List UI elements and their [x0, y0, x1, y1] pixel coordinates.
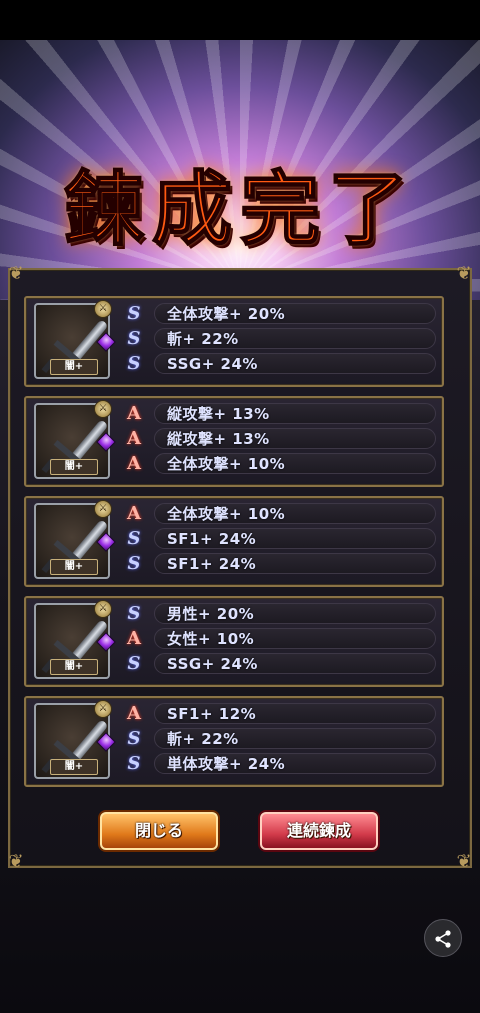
corner-ornament-icon: ❦ — [456, 851, 472, 872]
repeat-refine-button[interactable]: 連続鍊成 — [260, 812, 378, 850]
stat-row: SSG+ 24% — [154, 653, 436, 674]
grade-s-icon: S — [127, 553, 141, 574]
stat-text: 単体攻撃+ 24% — [167, 755, 286, 773]
grade-a-icon: A — [127, 453, 141, 474]
grade-s-icon: S — [127, 303, 141, 324]
stat-text: 全体攻撃+ 20% — [167, 305, 286, 323]
stat-row: SSG+ 24% — [154, 353, 436, 374]
stat-text: 女性+ 10% — [167, 630, 255, 648]
corner-ornament-icon: ❦ — [8, 263, 24, 284]
stat-text: 縦攻撃+ 13% — [167, 430, 270, 448]
grade-s-icon: S — [127, 353, 141, 374]
stat-text: 斬+ 22% — [167, 330, 239, 348]
result-card: 闇+ ⚔ S 男性+ 20% A 女性+ 10% S SSG+ 24% — [24, 596, 444, 687]
grade-s-icon: S — [127, 528, 141, 549]
weapon-label: 闇+ — [50, 759, 98, 775]
stat-row: SF1+ 24% — [154, 553, 436, 574]
grade-a-icon: A — [127, 503, 141, 524]
stat-row: 全体攻撃+ 20% — [154, 303, 436, 324]
share-button[interactable] — [424, 919, 462, 957]
grade-a-icon: A — [127, 628, 141, 649]
share-icon — [435, 930, 451, 948]
close-button[interactable]: 閉じる — [100, 812, 218, 850]
grade-s-icon: S — [127, 603, 141, 624]
weapon-label: 闇+ — [50, 659, 98, 675]
stat-text: 斬+ 22% — [167, 730, 239, 748]
result-card: 闇+ ⚔ S 全体攻撃+ 20% S 斬+ 22% S SSG+ 24% — [24, 296, 444, 387]
grade-s-icon: S — [127, 728, 141, 749]
equip-badge-icon: ⚔ — [94, 400, 112, 418]
status-bar — [0, 0, 480, 40]
result-card: 闇+ ⚔ A SF1+ 12% S 斬+ 22% S 単体攻撃+ 24% — [24, 696, 444, 787]
stat-row: SF1+ 24% — [154, 528, 436, 549]
equip-badge-icon: ⚔ — [94, 300, 112, 318]
grade-s-icon: S — [127, 328, 141, 349]
stat-text: 全体攻撃+ 10% — [167, 455, 286, 473]
equip-badge-icon: ⚔ — [94, 600, 112, 618]
stat-row: 全体攻撃+ 10% — [154, 453, 436, 474]
stat-row: 全体攻撃+ 10% — [154, 503, 436, 524]
grade-a-icon: A — [127, 428, 141, 449]
stat-text: SF1+ 24% — [167, 530, 257, 548]
stat-row: 斬+ 22% — [154, 728, 436, 749]
corner-ornament-icon: ❦ — [456, 263, 472, 284]
stat-text: 男性+ 20% — [167, 605, 255, 623]
corner-ornament-icon: ❦ — [8, 851, 24, 872]
stat-text: 全体攻撃+ 10% — [167, 505, 286, 523]
stat-row: SF1+ 12% — [154, 703, 436, 724]
stat-text: SF1+ 12% — [167, 705, 257, 723]
stat-row: 縦攻撃+ 13% — [154, 403, 436, 424]
result-card: 闇+ ⚔ A 全体攻撃+ 10% S SF1+ 24% S SF1+ 24% — [24, 496, 444, 587]
grade-a-icon: A — [127, 403, 141, 424]
stat-row: 男性+ 20% — [154, 603, 436, 624]
stat-row: 縦攻撃+ 13% — [154, 428, 436, 449]
weapon-label: 闇+ — [50, 559, 98, 575]
equip-badge-icon: ⚔ — [94, 500, 112, 518]
equip-badge-icon: ⚔ — [94, 700, 112, 718]
stat-text: SF1+ 24% — [167, 555, 257, 573]
result-banner: 鍊成完了 — [0, 40, 480, 300]
stat-row: 単体攻撃+ 24% — [154, 753, 436, 774]
stat-row: 斬+ 22% — [154, 328, 436, 349]
grade-s-icon: S — [127, 753, 141, 774]
grade-s-icon: S — [127, 653, 141, 674]
stat-row: 女性+ 10% — [154, 628, 436, 649]
stat-text: SSG+ 24% — [167, 355, 258, 373]
stat-text: 縦攻撃+ 13% — [167, 405, 270, 423]
stat-text: SSG+ 24% — [167, 655, 258, 673]
grade-a-icon: A — [127, 703, 141, 724]
page-title: 鍊成完了 — [63, 161, 416, 257]
weapon-label: 闇+ — [50, 459, 98, 475]
result-card: 闇+ ⚔ A 縦攻撃+ 13% A 縦攻撃+ 13% A 全体攻撃+ 10% — [24, 396, 444, 487]
weapon-label: 闇+ — [50, 359, 98, 375]
